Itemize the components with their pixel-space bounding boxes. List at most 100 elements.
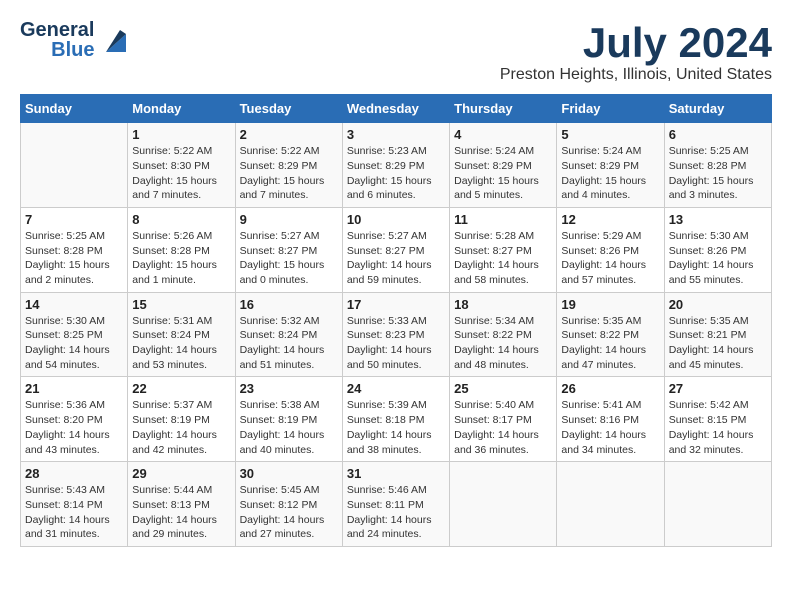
day-info-line: Sunrise: 5:42 AM: [669, 399, 749, 411]
day-info-line: Sunrise: 5:24 AM: [454, 145, 534, 157]
day-info-line: Sunrise: 5:23 AM: [347, 145, 427, 157]
day-info-line: Sunrise: 5:40 AM: [454, 399, 534, 411]
calendar-cell: 21Sunrise: 5:36 AMSunset: 8:20 PMDayligh…: [21, 377, 128, 462]
calendar-cell: 3 Sunrise: 5:23 AMSunset: 8:29 PMDaylight…: [342, 123, 449, 208]
day-info-line: Sunset: 8:29 PM: [240, 160, 318, 172]
calendar-cell: 23Sunrise: 5:38 AMSunset: 8:19 PMDayligh…: [235, 377, 342, 462]
calendar-cell: [450, 462, 557, 547]
subtitle: Preston Heights, Illinois, United States: [500, 66, 772, 84]
day-info-line: and 38 minutes.: [347, 444, 422, 456]
day-info-line: Sunrise: 5:24 AM: [561, 145, 641, 157]
day-info-line: Sunrise: 5:38 AM: [240, 399, 320, 411]
day-info-line: Sunset: 8:15 PM: [669, 414, 747, 426]
day-number: 27: [669, 381, 767, 396]
calendar-cell: 17 Sunrise: 5:33 AM Sunset: 8:23 PM Dayligh…: [342, 292, 449, 377]
day-info: Sunrise: 5:23 AMSunset: 8:29 PMDaylight:…: [347, 144, 445, 203]
day-info: Sunrise: 5:24 AMSunset: 8:29 PMDaylight:…: [561, 144, 659, 203]
day-info: Sunrise: 5:37 AMSunset: 8:19 PMDaylight:…: [132, 398, 230, 457]
day-number: 22: [132, 381, 230, 396]
day-info-line: Daylight: 14 hours: [561, 259, 646, 271]
day-info-line: Sunset: 8:29 PM: [561, 160, 639, 172]
day-info-line: Sunrise: 5:43 AM: [25, 484, 105, 496]
day-number: 6: [669, 127, 767, 142]
day-number: 25: [454, 381, 552, 396]
day-info-line: Sunrise: 5:41 AM: [561, 399, 641, 411]
day-info-line: and 31 minutes.: [25, 528, 100, 540]
day-info-line: and 53 minutes.: [132, 359, 207, 371]
day-number: 23: [240, 381, 338, 396]
day-number: 15: [132, 297, 230, 312]
day-info-line: and 47 minutes.: [561, 359, 636, 371]
day-info-line: Daylight: 15 hours: [240, 259, 325, 271]
calendar-cell: 18Sunrise: 5:34 AMSunset: 8:22 PMDayligh…: [450, 292, 557, 377]
calendar-header-row: SundayMondayTuesdayWednesdayThursdayFrid…: [21, 95, 772, 123]
day-info: Sunrise: 5:42 AMSunset: 8:15 PMDaylight:…: [669, 398, 767, 457]
col-header-sunday: Sunday: [21, 95, 128, 123]
day-info-line: Sunset: 8:17 PM: [454, 414, 532, 426]
day-info-line: Sunrise: 5:32 AM: [240, 315, 320, 327]
calendar-cell: 20Sunrise: 5:35 AMSunset: 8:21 PMDayligh…: [664, 292, 771, 377]
calendar-cell: 7Sunrise: 5:25 AMSunset: 8:28 PMDaylight…: [21, 207, 128, 292]
day-info-line: and 4 minutes.: [561, 189, 630, 201]
day-number: 17: [347, 297, 445, 312]
day-info-line: Sunrise: 5:35 AM: [561, 315, 641, 327]
day-info: Sunrise: 5:46 AMSunset: 8:11 PMDaylight:…: [347, 483, 445, 542]
day-info-line: and 57 minutes.: [561, 274, 636, 286]
header: General Blue July 2024 Preston Heights, …: [20, 20, 772, 84]
day-number: 5: [561, 127, 659, 142]
calendar-cell: 12Sunrise: 5:29 AMSunset: 8:26 PMDayligh…: [557, 207, 664, 292]
day-info: Sunrise: 5:27 AMSunset: 8:27 PMDaylight:…: [240, 229, 338, 288]
day-info-line: Daylight: 14 hours: [240, 344, 325, 356]
day-info-line: Sunrise: 5:33 AM: [347, 315, 427, 327]
day-info-line: Sunset: 8:27 PM: [240, 245, 318, 257]
calendar-cell: 6Sunrise: 5:25 AMSunset: 8:28 PMDaylight…: [664, 123, 771, 208]
day-info-line: Sunrise: 5:45 AM: [240, 484, 320, 496]
day-info-line: Sunset: 8:24 PM: [240, 329, 318, 341]
calendar-cell: 25Sunrise: 5:40 AMSunset: 8:17 PMDayligh…: [450, 377, 557, 462]
day-info-line: Sunset: 8:13 PM: [132, 499, 210, 511]
day-info-line: and 51 minutes.: [240, 359, 315, 371]
calendar-cell: [21, 123, 128, 208]
day-info-line: and 36 minutes.: [454, 444, 529, 456]
day-info-line: Daylight: 14 hours: [132, 344, 217, 356]
day-info-line: and 32 minutes.: [669, 444, 744, 456]
day-info: Sunrise: 5:43 AM Sunset: 8:14 PM Daylight:…: [25, 483, 123, 542]
day-info-line: Sunset: 8:14 PM: [25, 499, 103, 511]
day-info-line: Sunset: 8:22 PM: [561, 329, 639, 341]
day-info-line: and 29 minutes.: [132, 528, 207, 540]
calendar-week-row: 1Sunrise: 5:22 AMSunset: 8:30 PMDaylight…: [21, 123, 772, 208]
day-info: Sunrise: 5:35 AMSunset: 8:22 PMDaylight:…: [561, 314, 659, 373]
day-info-line: Daylight: 14 hours: [347, 344, 432, 356]
day-info: Sunrise: 5:34 AMSunset: 8:22 PMDaylight:…: [454, 314, 552, 373]
day-info-line: Daylight: 15 hours: [132, 259, 217, 271]
day-info-line: Sunset: 8:28 PM: [669, 160, 747, 172]
day-info-line: Daylight: 14 hours: [347, 514, 432, 526]
day-info-line: Sunset: 8:23 PM: [347, 329, 425, 341]
day-number: 4: [454, 127, 552, 142]
calendar-week-row: 21Sunrise: 5:36 AMSunset: 8:20 PMDayligh…: [21, 377, 772, 462]
day-info-line: Sunrise: 5:22 AM: [240, 145, 320, 157]
day-info: Sunrise: 5:29 AMSunset: 8:26 PMDaylight:…: [561, 229, 659, 288]
day-number: 30: [240, 466, 338, 481]
calendar-cell: 30Sunrise: 5:45 AMSunset: 8:12 PMDayligh…: [235, 462, 342, 547]
day-info-line: Daylight: 14 hours: [25, 514, 110, 526]
day-info-line: Sunrise: 5:36 AM: [25, 399, 105, 411]
main-title: July 2024: [500, 20, 772, 66]
calendar-cell: 10Sunrise: 5:27 AMSunset: 8:27 PMDayligh…: [342, 207, 449, 292]
day-info-line: Sunset: 8:26 PM: [669, 245, 747, 257]
logo-icon: [98, 24, 130, 56]
day-number: 7: [25, 212, 123, 227]
day-number: 20: [669, 297, 767, 312]
day-info-line: Sunset: 8:24 PM: [132, 329, 210, 341]
day-info-line: Sunrise: 5:39 AM: [347, 399, 427, 411]
day-info-line: and 54 minutes.: [25, 359, 100, 371]
day-info-line: Sunrise: 5:27 AM: [347, 230, 427, 242]
day-info-line: Sunrise: 5:28 AM: [454, 230, 534, 242]
day-number: 3: [347, 127, 445, 142]
day-number: 11: [454, 212, 552, 227]
day-info-line: Sunrise: 5:25 AM: [25, 230, 105, 242]
calendar-cell: 13Sunrise: 5:30 AMSunset: 8:26 PMDayligh…: [664, 207, 771, 292]
day-number: 9: [240, 212, 338, 227]
day-info-line: Sunset: 8:19 PM: [240, 414, 318, 426]
day-info-line: Sunrise: 5:34 AM: [454, 315, 534, 327]
